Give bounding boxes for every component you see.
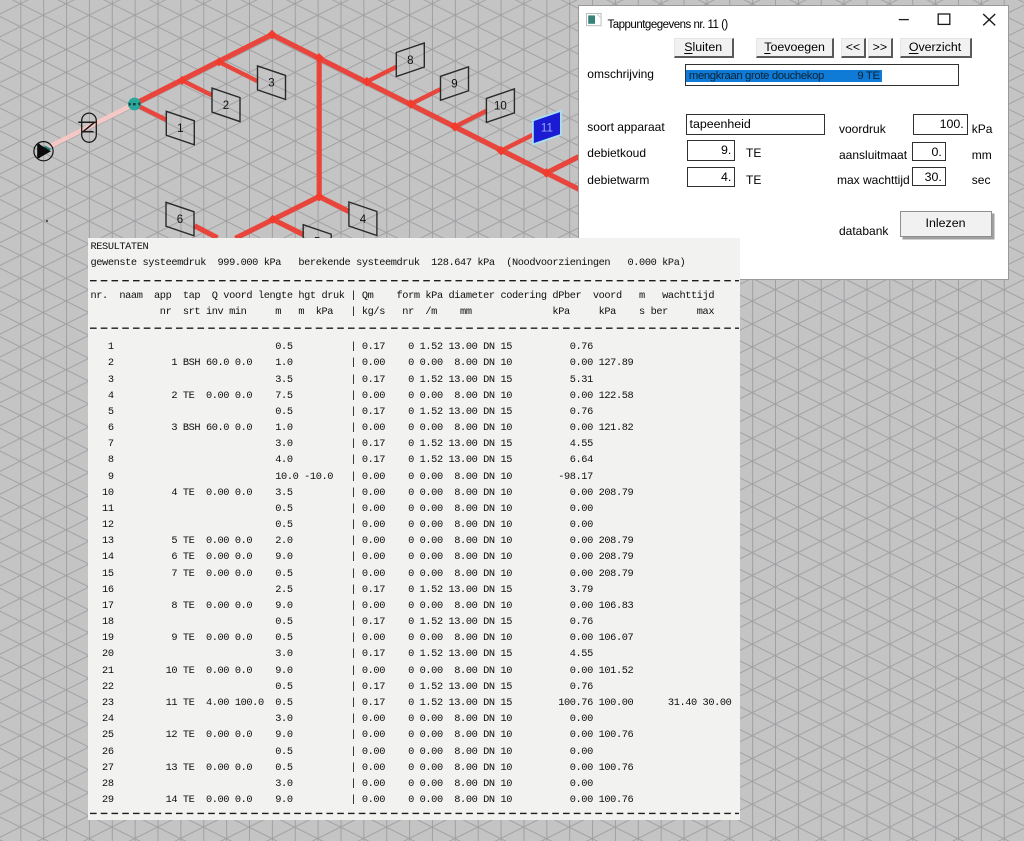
svg-text:10: 10 [494,101,507,113]
svg-text:3: 3 [268,78,274,90]
svg-text:8: 8 [407,55,413,67]
svg-text:1: 1 [177,123,183,135]
svg-text:4: 4 [360,214,367,226]
svg-text:9: 9 [451,79,457,91]
svg-text:2: 2 [223,100,229,112]
svg-text:11: 11 [541,123,553,135]
svg-text:6: 6 [177,214,183,226]
